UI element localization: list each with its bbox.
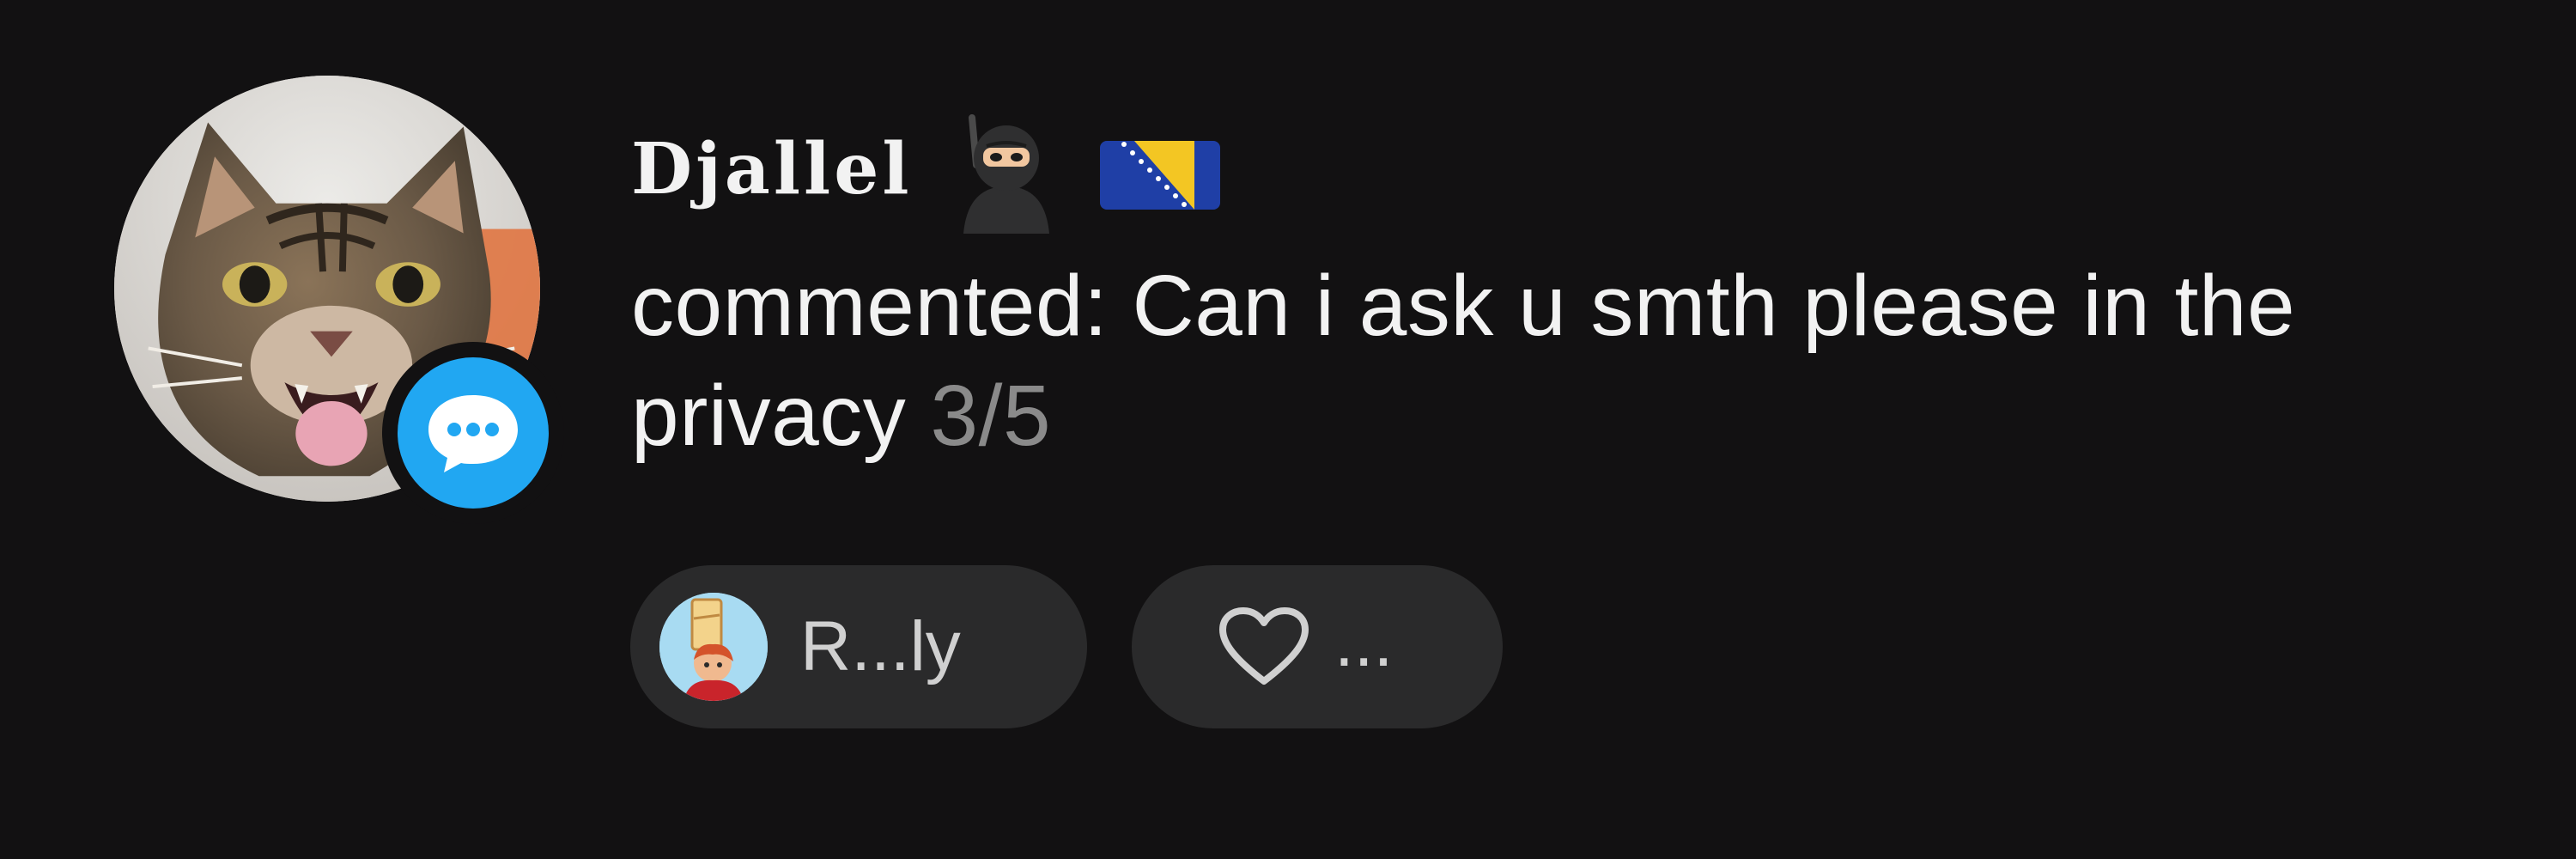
avatar-container[interactable]: [114, 76, 564, 524]
notification-row[interactable]: Djallel commented: Can i ask u smth plea…: [0, 0, 2576, 859]
heart-icon: [1219, 607, 1309, 685]
username-row[interactable]: Djallel: [631, 105, 1220, 234]
like-label: ...: [1334, 603, 1394, 681]
comment-body: commented: Can i ask u smth please in th…: [631, 258, 2296, 464]
reply-label: R...ly: [800, 607, 961, 685]
ninja-emoji-icon: [963, 114, 1049, 234]
comment-bubble-icon: [428, 395, 518, 472]
comment-text[interactable]: commented: Can i ask u smth please in th…: [631, 251, 2520, 471]
cartoon-avatar: [659, 593, 768, 701]
bosnia-flag-icon: [1099, 141, 1220, 210]
comment-count: 3/5: [930, 368, 1052, 464]
like-button[interactable]: ...: [1132, 565, 1503, 728]
reply-button[interactable]: R...ly: [630, 565, 1087, 728]
username[interactable]: Djallel: [631, 134, 913, 204]
comment-badge: [382, 342, 564, 524]
